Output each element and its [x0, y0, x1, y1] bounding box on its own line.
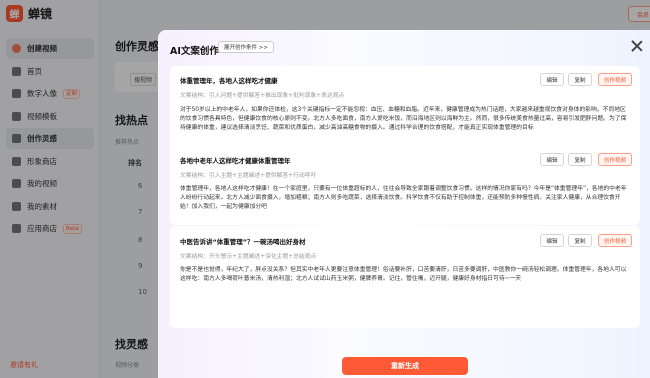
card-title: 各地中老年人这样吃才健康体重管理年 — [180, 157, 291, 165]
edit-button[interactable]: 编辑 — [540, 153, 564, 166]
create-video-button[interactable]: 创作视频 — [598, 234, 632, 247]
close-icon[interactable] — [630, 39, 644, 53]
edit-button[interactable]: 编辑 — [540, 73, 564, 86]
card-title: 体重管理年，各地人这样吃才健康 — [180, 77, 278, 85]
create-video-button[interactable]: 创作视频 — [598, 73, 632, 86]
card-structure: 文案结构：引入主题+主题阐述+提供解答+行动呼吁 — [180, 173, 317, 179]
edit-button[interactable]: 编辑 — [540, 234, 564, 247]
card-body: 你是不是也觉得，年纪大了，胖点没关系？但其实中老年人更要注意体重管理！俗话要补肝… — [180, 267, 627, 282]
card-body: 对于50岁以上的中老年人，如果你还体检，这3个关键指标一定不能忽视：血压、血糖和… — [180, 107, 627, 131]
ai-copywriting-modal: AI文案创作 展开创作条件 >> 体重管理年，各地人这样吃才健康 编辑 复制 创… — [158, 30, 650, 378]
copy-button[interactable]: 复制 — [568, 73, 592, 86]
modal-title: AI文案创作 — [170, 46, 219, 57]
copy-button[interactable]: 复制 — [568, 153, 592, 166]
card-structure: 文案结构：引入问题+提供解答+推出现象+批判现象+表达观点 — [180, 93, 345, 99]
expand-conditions-button[interactable]: 展开创作条件 >> — [218, 41, 274, 53]
copy-button[interactable]: 复制 — [568, 234, 592, 247]
card-body: 体重管理年，各地人这样吃才健康！在一个家庭里，只要有一位体重超标的人，往往会导致… — [180, 186, 627, 210]
card-structure: 文案结构：开头警示+主题阐述+深化主题+总结观点 — [180, 254, 317, 260]
copy-card: 中医告诉讲“体重管理”？一碗汤喝出好身材 编辑 复制 创作视频 文案结构：开头警… — [170, 226, 640, 328]
card-title: 中医告诉讲“体重管理”？一碗汤喝出好身材 — [180, 238, 306, 246]
regenerate-button[interactable]: 重新生成 — [342, 357, 468, 375]
create-video-button[interactable]: 创作视频 — [598, 153, 632, 166]
copy-card: 各地中老年人这样吃才健康体重管理年 编辑 复制 创作视频 文案结构：引入主题+主… — [170, 145, 640, 225]
